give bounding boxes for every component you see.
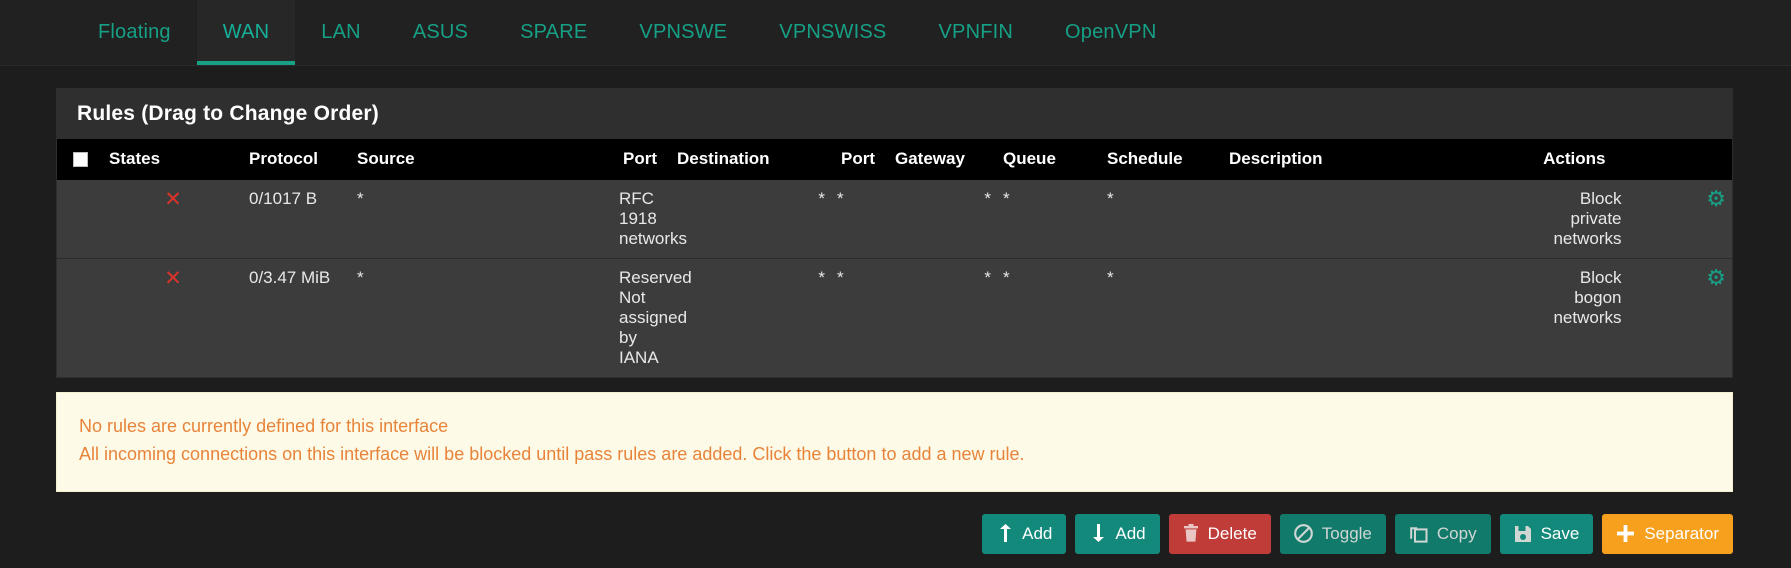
tab-label: SPARE: [520, 21, 588, 43]
button-label: Add: [1115, 523, 1146, 543]
cell-schedule: [1223, 258, 1523, 377]
cell-queue: *: [1101, 180, 1223, 259]
cell-source-line2: Not assigned by IANA: [619, 288, 688, 367]
cell-source-port: *: [671, 258, 831, 377]
block-x-icon: ✕: [164, 187, 182, 211]
column-header-queue: Queue: [997, 139, 1101, 180]
toggle-button[interactable]: Toggle: [1279, 513, 1386, 554]
footer-area: [0, 554, 1791, 568]
row-status-cell[interactable]: ✕: [103, 180, 243, 259]
add-rule-top-button[interactable]: Add: [982, 513, 1067, 554]
table-row[interactable]: ✕ 0/3.47 MiB * Reserved Not assigned by …: [57, 258, 1732, 377]
cell-states: 0/3.47 MiB: [243, 258, 351, 377]
column-header-source: Source: [351, 139, 613, 180]
tab-vpnswe[interactable]: VPNSWE: [613, 0, 753, 65]
tab-wan[interactable]: WAN: [196, 0, 296, 65]
trash-icon: [1183, 524, 1199, 543]
tab-vpnswiss[interactable]: VPNSWISS: [753, 0, 912, 65]
cell-protocol: *: [351, 258, 613, 377]
tab-label: OpenVPN: [1065, 21, 1157, 43]
tab-label: VPNSWE: [639, 21, 728, 43]
cell-source: Reserved Not assigned by IANA: [613, 258, 692, 377]
cell-states: 0/1017 B: [243, 180, 351, 259]
tab-label: ASUS: [412, 21, 469, 43]
select-all-header: [57, 139, 103, 180]
row-select-cell: [57, 180, 103, 259]
cell-description: Block private networks: [1523, 180, 1628, 259]
cell-source-line1: Reserved: [619, 268, 692, 287]
alert-line-2: All incoming connections on this interfa…: [79, 443, 1025, 464]
table-header-row: States Protocol Source Port Destination …: [57, 139, 1732, 180]
tab-label: VPNFIN: [938, 21, 1014, 43]
rules-panel: Rules (Drag to Change Order) States Prot…: [56, 88, 1733, 378]
save-button[interactable]: Save: [1499, 513, 1594, 554]
column-header-source-port: Port: [613, 139, 671, 180]
cell-destination: *: [831, 258, 889, 377]
cell-destination: *: [831, 180, 889, 259]
tab-spare[interactable]: SPARE: [494, 0, 613, 65]
column-header-schedule: Schedule: [1101, 139, 1223, 180]
tab-lan[interactable]: LAN: [295, 0, 387, 65]
gear-icon[interactable]: ⚙: [1706, 268, 1726, 290]
cell-dest-port: *: [889, 180, 997, 259]
save-icon: [1514, 525, 1532, 543]
rules-table: States Protocol Source Port Destination …: [57, 139, 1732, 377]
cell-source-port: *: [671, 180, 831, 259]
tab-label: Floating: [98, 21, 171, 43]
cell-actions[interactable]: ⚙: [1627, 180, 1732, 259]
tab-floating[interactable]: Floating: [72, 0, 197, 65]
row-status-cell[interactable]: ✕: [103, 258, 243, 377]
delete-button[interactable]: Delete: [1168, 513, 1271, 554]
tab-label: LAN: [321, 21, 361, 43]
tab-vpnfin[interactable]: VPNFIN: [912, 0, 1039, 65]
cell-gateway: *: [997, 258, 1101, 377]
tab-asus[interactable]: ASUS: [387, 0, 494, 65]
table-row[interactable]: ✕ 0/1017 B * RFC 1918 networks * * * * *…: [57, 180, 1732, 259]
separator-button[interactable]: Separator: [1602, 513, 1733, 554]
button-label: Copy: [1436, 523, 1477, 543]
cell-schedule: [1223, 180, 1523, 259]
cell-queue: *: [1101, 258, 1223, 377]
arrow-down-icon: [1089, 524, 1106, 543]
column-header-gateway: Gateway: [889, 139, 997, 180]
button-label: Add: [1022, 523, 1053, 543]
interface-tab-bar: Floating WAN LAN ASUS SPARE VPNSWE VPNSW…: [0, 0, 1791, 66]
gear-icon[interactable]: ⚙: [1706, 189, 1726, 211]
button-label: Separator: [1644, 523, 1719, 543]
arrow-up-icon: [996, 524, 1013, 543]
add-rule-bottom-button[interactable]: Add: [1075, 513, 1160, 554]
alert-line-1: No rules are currently defined for this …: [79, 416, 449, 436]
ban-icon: [1293, 524, 1313, 544]
column-header-actions: Actions: [1523, 139, 1628, 180]
row-select-cell: [57, 258, 103, 377]
tab-label: WAN: [222, 21, 270, 43]
button-label: Delete: [1207, 523, 1257, 543]
column-header-states: States: [103, 139, 243, 180]
cell-description: Block bogon networks: [1523, 258, 1628, 377]
button-label: Toggle: [1321, 523, 1372, 543]
copy-button[interactable]: Copy: [1394, 513, 1491, 554]
tab-openvpn[interactable]: OpenVPN: [1039, 0, 1182, 65]
cell-dest-port: *: [889, 258, 997, 377]
rules-action-toolbar: Add Add Delete Toggle Copy Save Separato…: [56, 513, 1733, 554]
column-header-destination: Destination: [671, 139, 831, 180]
button-label: Save: [1540, 523, 1580, 543]
column-header-description: Description: [1223, 139, 1523, 180]
copy-icon: [1409, 524, 1428, 543]
select-all-checkbox[interactable]: [73, 152, 88, 168]
tab-label: VPNSWISS: [779, 21, 887, 43]
cell-source: RFC 1918 networks: [613, 180, 687, 259]
block-x-icon: ✕: [164, 266, 182, 290]
column-header-dest-port: Port: [831, 139, 889, 180]
plus-icon: [1616, 524, 1635, 543]
cell-protocol: *: [351, 180, 613, 259]
cell-gateway: *: [997, 180, 1101, 259]
column-header-protocol: Protocol: [243, 139, 351, 180]
cell-actions[interactable]: ⚙: [1627, 258, 1732, 377]
panel-title: Rules (Drag to Change Order): [57, 89, 1732, 139]
no-rules-alert: No rules are currently defined for this …: [56, 392, 1733, 492]
